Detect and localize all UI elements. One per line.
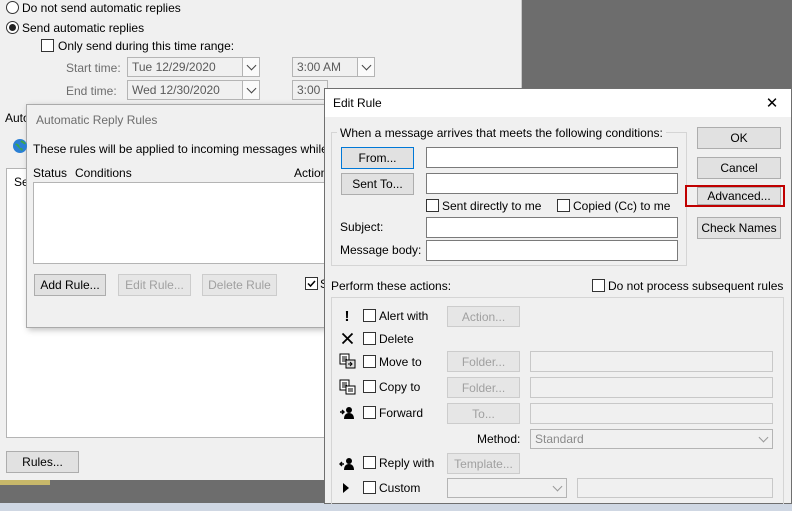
edit-rule-button[interactable]: Edit Rule...	[118, 274, 191, 296]
cancel-button[interactable]: Cancel	[697, 157, 781, 179]
close-icon[interactable]: ✕	[760, 92, 784, 114]
delete-rule-button[interactable]: Delete Rule	[202, 274, 277, 296]
delete-checkbox[interactable]	[363, 332, 376, 345]
actions-header: Perform these actions:	[331, 279, 452, 293]
rules-description: These rules will be applied to incoming …	[33, 142, 325, 156]
start-time-label: Start time:	[66, 61, 121, 75]
method-value: Standard	[535, 432, 584, 446]
start-time-value: 3:00 AM	[297, 60, 342, 74]
from-field[interactable]	[426, 147, 678, 168]
delete-label: Delete	[379, 332, 414, 346]
status-column-header: Status	[33, 166, 68, 180]
exclamation-icon: !	[344, 307, 350, 325]
sent-directly-checkbox[interactable]	[426, 199, 439, 212]
forward-checkbox[interactable]	[363, 406, 376, 419]
conditions-column-header: Conditions	[75, 166, 132, 180]
custom-checkbox[interactable]	[363, 481, 376, 494]
only-time-range-checkbox[interactable]	[41, 39, 54, 52]
rules-button[interactable]: Rules...	[6, 451, 79, 473]
custom-label: Custom	[379, 481, 421, 495]
end-time-label: End time:	[66, 84, 117, 98]
forward-label: Forward	[379, 406, 424, 420]
sent-to-field[interactable]	[426, 173, 678, 194]
do-not-process-checkbox[interactable]	[592, 279, 605, 292]
end-time-value: 3:00 AM	[297, 83, 321, 97]
forward-to-field[interactable]	[530, 403, 773, 424]
copied-to-label: Copied (Cc) to me	[573, 199, 671, 213]
forward-icon	[338, 403, 356, 421]
rules-list[interactable]	[33, 182, 326, 264]
actions-group	[331, 297, 784, 504]
template-button[interactable]: Template...	[447, 453, 520, 474]
actions-column-header: Action	[294, 166, 326, 180]
do-not-process-label: Do not process subsequent rules	[608, 279, 784, 293]
alert-with-checkbox[interactable]	[363, 309, 376, 322]
reply-with-icon	[338, 454, 356, 472]
chevron-down-icon	[242, 81, 259, 99]
taskbar-accent	[0, 480, 50, 485]
custom-action-field[interactable]	[577, 478, 773, 498]
delete-x-icon	[339, 330, 355, 346]
start-date-value: Tue 12/29/2020	[132, 60, 216, 74]
reply-with-checkbox[interactable]	[363, 456, 376, 469]
advanced-button[interactable]: Advanced...	[697, 187, 781, 205]
action-button[interactable]: Action...	[447, 306, 520, 327]
end-time-picker[interactable]: 3:00 AM	[292, 80, 328, 100]
add-rule-button[interactable]: Add Rule...	[34, 274, 106, 296]
message-body-label: Message body:	[340, 243, 422, 257]
copy-to-folder-field[interactable]	[530, 377, 773, 398]
no-auto-replies-radio[interactable]	[6, 1, 19, 14]
move-to-checkbox[interactable]	[363, 355, 376, 368]
move-to-folder-icon	[338, 352, 356, 370]
ok-button[interactable]: OK	[697, 127, 781, 149]
copy-to-folder-icon	[338, 378, 356, 396]
move-to-folder-field[interactable]	[530, 351, 773, 372]
globe-icon	[11, 137, 29, 155]
subject-label: Subject:	[340, 220, 384, 234]
edit-rule-title: Edit Rule	[333, 96, 382, 110]
start-date-picker[interactable]: Tue 12/29/2020	[127, 57, 260, 77]
play-arrow-icon	[340, 481, 352, 495]
chevron-down-icon	[357, 58, 374, 76]
custom-action-select[interactable]	[447, 478, 567, 498]
method-label: Method:	[477, 432, 521, 446]
folder-button-move[interactable]: Folder...	[447, 351, 520, 372]
chevron-down-icon	[755, 430, 772, 448]
edit-rule-titlebar	[325, 89, 791, 117]
start-time-picker[interactable]: 3:00 AM	[292, 57, 375, 77]
end-date-picker[interactable]: Wed 12/30/2020	[127, 80, 260, 100]
copied-to-checkbox[interactable]	[557, 199, 570, 212]
folder-button-copy[interactable]: Folder...	[447, 377, 520, 398]
only-time-range-label: Only send during this time range:	[58, 39, 235, 53]
method-select[interactable]: Standard	[530, 429, 773, 449]
subject-field[interactable]	[426, 217, 678, 238]
copy-to-label: Copy to	[379, 380, 421, 394]
sent-directly-label: Sent directly to me	[442, 199, 542, 213]
chevron-down-icon	[242, 58, 259, 76]
alert-with-label: Alert with	[379, 309, 429, 323]
send-auto-replies-label: Send automatic replies	[22, 21, 145, 35]
move-to-label: Move to	[379, 355, 422, 369]
end-date-value: Wed 12/30/2020	[132, 83, 220, 97]
auto-reply-rules-title: Automatic Reply Rules	[36, 113, 158, 127]
from-button[interactable]: From...	[341, 147, 414, 169]
check-names-button[interactable]: Check Names	[697, 217, 781, 239]
to-button[interactable]: To...	[447, 403, 520, 424]
no-auto-replies-label: Do not send automatic replies	[22, 1, 181, 15]
sent-to-button[interactable]: Sent To...	[341, 173, 414, 195]
reply-with-label: Reply with	[379, 456, 435, 470]
bottom-strip	[0, 503, 792, 511]
chevron-down-icon	[549, 479, 566, 497]
message-body-field[interactable]	[426, 240, 678, 261]
rules-dialog-checkbox[interactable]	[305, 277, 318, 290]
conditions-header: When a message arrives that meets the fo…	[337, 126, 666, 140]
send-auto-replies-radio[interactable]	[6, 21, 19, 34]
copy-to-checkbox[interactable]	[363, 380, 376, 393]
